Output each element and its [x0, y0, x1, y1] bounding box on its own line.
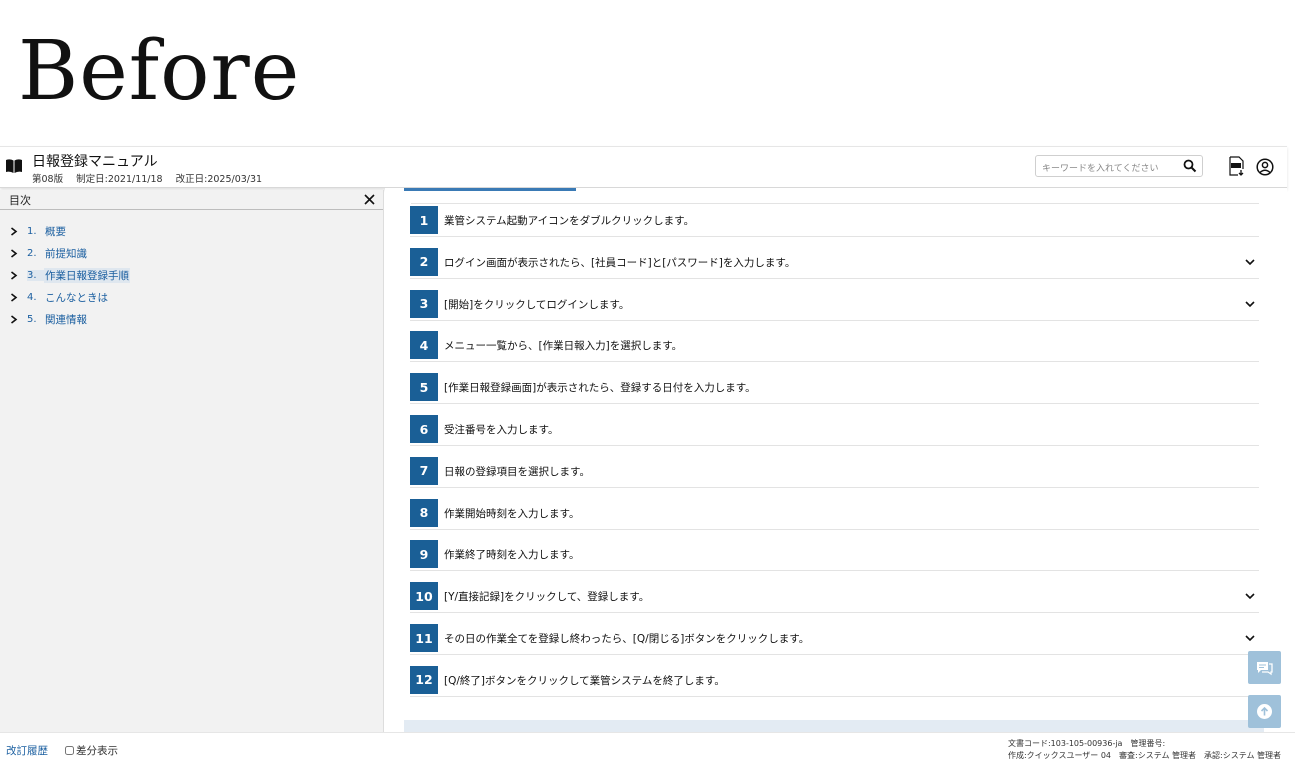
diff-checkbox[interactable]: [65, 746, 74, 755]
step-row-10[interactable]: 10 [Y/直接記録]をクリックして、登録します。: [410, 581, 1259, 614]
step-row-6[interactable]: 6 受注番号を入力します。: [410, 414, 1259, 446]
toc-item-3[interactable]: 3. 作業日報登録手順: [0, 264, 383, 286]
step-text: [Y/直接記録]をクリックして、登録します。: [444, 591, 650, 604]
step-row-7[interactable]: 7 日報の登録項目を選択します。: [410, 456, 1259, 488]
diff-toggle[interactable]: 差分表示: [65, 743, 118, 758]
toc-item-label: 前提知識: [45, 247, 87, 260]
chevron-down-icon[interactable]: [1245, 300, 1255, 308]
next-section-band: [404, 720, 1264, 732]
feedback-button[interactable]: [1248, 651, 1281, 684]
search-input[interactable]: [1036, 159, 1176, 179]
step-number-badge: 5: [410, 373, 438, 402]
arrow-up-icon: [1257, 704, 1272, 719]
step-number-badge: 1: [410, 206, 438, 234]
book-icon: [6, 159, 22, 173]
divider: [411, 203, 1259, 204]
step-number-badge: 6: [410, 415, 438, 443]
revised-date: 改正日:2025/03/31: [175, 174, 263, 185]
step-text: 作業終了時刻を入力します。: [444, 549, 580, 562]
search-box: [1035, 155, 1203, 179]
toc-heading: 目次: [9, 193, 31, 207]
diff-label: 差分表示: [76, 745, 118, 757]
toc-list: 1. 概要 2. 前提知識 3. 作業日報登録手順 4. こんなときは 5. 関連情報: [0, 210, 383, 330]
step-number-badge: 3: [410, 289, 438, 318]
manual-meta: 第08版 制定日:2021/11/18 改正日:2025/03/31: [32, 171, 272, 185]
app-header: 日報登録マニュアル 第08版 制定日:2021/11/18 改正日:2025/0…: [0, 146, 1287, 188]
step-text: 業管システム起動アイコンをダブルクリックします。: [444, 215, 695, 227]
step-row-12[interactable]: 12 [Q/終了]ボタンをクリックして業管システムを終了します。: [410, 665, 1259, 697]
toc-item-number: 2.: [27, 247, 37, 259]
step-text: 受注番号を入力します。: [444, 424, 559, 436]
chevron-right-icon[interactable]: [10, 248, 18, 258]
step-text: [作業日報登録画面]が表示されたら、登録する日付を入力します。: [444, 382, 756, 395]
step-row-2[interactable]: 2 ログイン画面が表示されたら、[社員コード]と[パスワード]を入力します。: [410, 247, 1259, 279]
step-text: [Q/終了]ボタンをクリックして業管システムを終了します。: [444, 674, 725, 687]
step-number-badge: 10: [410, 582, 438, 611]
manual-title: 日報登録マニュアル: [32, 154, 158, 170]
edition: 第08版: [32, 174, 64, 185]
toc-item-1[interactable]: 1. 概要: [0, 220, 383, 242]
pdf-download-icon[interactable]: [1228, 156, 1246, 176]
toc-item-number: 1.: [27, 225, 37, 237]
active-tab-indicator: [404, 188, 576, 191]
chevron-down-icon[interactable]: [1245, 634, 1255, 642]
step-text: [開始]をクリックしてログインします。: [444, 298, 630, 311]
step-text: 日報の登録項目を選択します。: [444, 465, 590, 478]
step-row-3[interactable]: 3 [開始]をクリックしてログインします。: [410, 289, 1259, 321]
chevron-right-icon[interactable]: [10, 226, 18, 236]
close-icon[interactable]: [364, 194, 375, 205]
footer: 改訂履歴 差分表示 文書コード:103-105-00936-ja 管理番号: 作…: [0, 732, 1295, 765]
chevron-down-icon[interactable]: [1245, 592, 1255, 600]
toc-item-number: 4.: [27, 291, 37, 303]
chevron-right-icon[interactable]: [10, 314, 18, 324]
toc-item-2[interactable]: 2. 前提知識: [0, 242, 383, 264]
step-number-badge: 11: [410, 624, 438, 652]
toc-item-number: 3.: [27, 269, 44, 281]
document-info: 文書コード:103-105-00936-ja 管理番号: 作成:クイックスユーザ…: [1008, 738, 1281, 762]
chevron-right-icon[interactable]: [10, 270, 18, 280]
toc-item-5[interactable]: 5. 関連情報: [0, 308, 383, 330]
toc-item-label: 作業日報登録手順: [44, 267, 130, 283]
toc-header: 目次: [0, 190, 383, 210]
step-text: その日の作業全てを登録し終わったら、[Q/閉じる]ボタンをクリックします。: [444, 633, 810, 645]
created-date: 制定日:2021/11/18: [76, 174, 163, 185]
doc-author-line: 作成:クイックスユーザー 04 審査:システム 管理者 承認:システム 管理者: [1007, 751, 1281, 760]
chevron-right-icon[interactable]: [10, 292, 18, 302]
toc-sidebar: 目次 1. 概要 2. 前提知識 3. 作業日報登録手順 4. こんなときは 5. 関連情報: [0, 190, 384, 732]
step-text: 作業開始時刻を入力します。: [444, 507, 580, 520]
step-row-4[interactable]: 4 メニュー一覧から、[作業日報入力]を選択します。: [410, 330, 1259, 363]
search-icon[interactable]: [1183, 159, 1197, 173]
main-content: 1 業管システム起動アイコンをダブルクリックします。 2 ログイン画面が表示されたら、…: [385, 188, 1287, 732]
step-number-badge: 2: [410, 247, 438, 276]
step-text: ログイン画面が表示されたら、[社員コード]と[パスワード]を入力します。: [444, 256, 796, 269]
step-text: メニュー一覧から、[作業日報入力]を選択します。: [444, 340, 683, 353]
scroll-to-top-button[interactable]: [1248, 695, 1281, 728]
before-label: Before: [18, 24, 301, 119]
step-number-badge: 8: [410, 498, 438, 527]
step-row-9[interactable]: 9 作業終了時刻を入力します。: [410, 539, 1259, 572]
chevron-down-icon[interactable]: [1245, 258, 1255, 266]
step-number-badge: 12: [410, 665, 438, 694]
step-row-11[interactable]: 11 その日の作業全てを登録し終わったら、[Q/閉じる]ボタンをクリックします。: [410, 623, 1259, 655]
step-number-badge: 9: [410, 540, 438, 569]
toc-item-number: 5.: [27, 313, 37, 325]
feedback-chat-icon: [1257, 662, 1273, 676]
step-row-1[interactable]: 1 業管システム起動アイコンをダブルクリックします。: [410, 205, 1259, 237]
toc-item-label: こんなときは: [45, 291, 108, 304]
doc-code-line: 文書コード:103-105-00936-ja 管理番号:: [1007, 739, 1166, 748]
step-row-8[interactable]: 8 作業開始時刻を入力します。: [410, 498, 1259, 530]
toc-item-4[interactable]: 4. こんなときは: [0, 286, 383, 308]
step-row-5[interactable]: 5 [作業日報登録画面]が表示されたら、登録する日付を入力します。: [410, 372, 1259, 405]
toc-item-label: 関連情報: [45, 313, 87, 326]
revision-history-link[interactable]: 改訂履歴: [6, 743, 48, 758]
step-number-badge: 4: [410, 331, 438, 360]
step-number-badge: 7: [410, 456, 438, 485]
user-account-icon[interactable]: [1256, 158, 1274, 176]
toc-item-label: 概要: [45, 225, 66, 238]
